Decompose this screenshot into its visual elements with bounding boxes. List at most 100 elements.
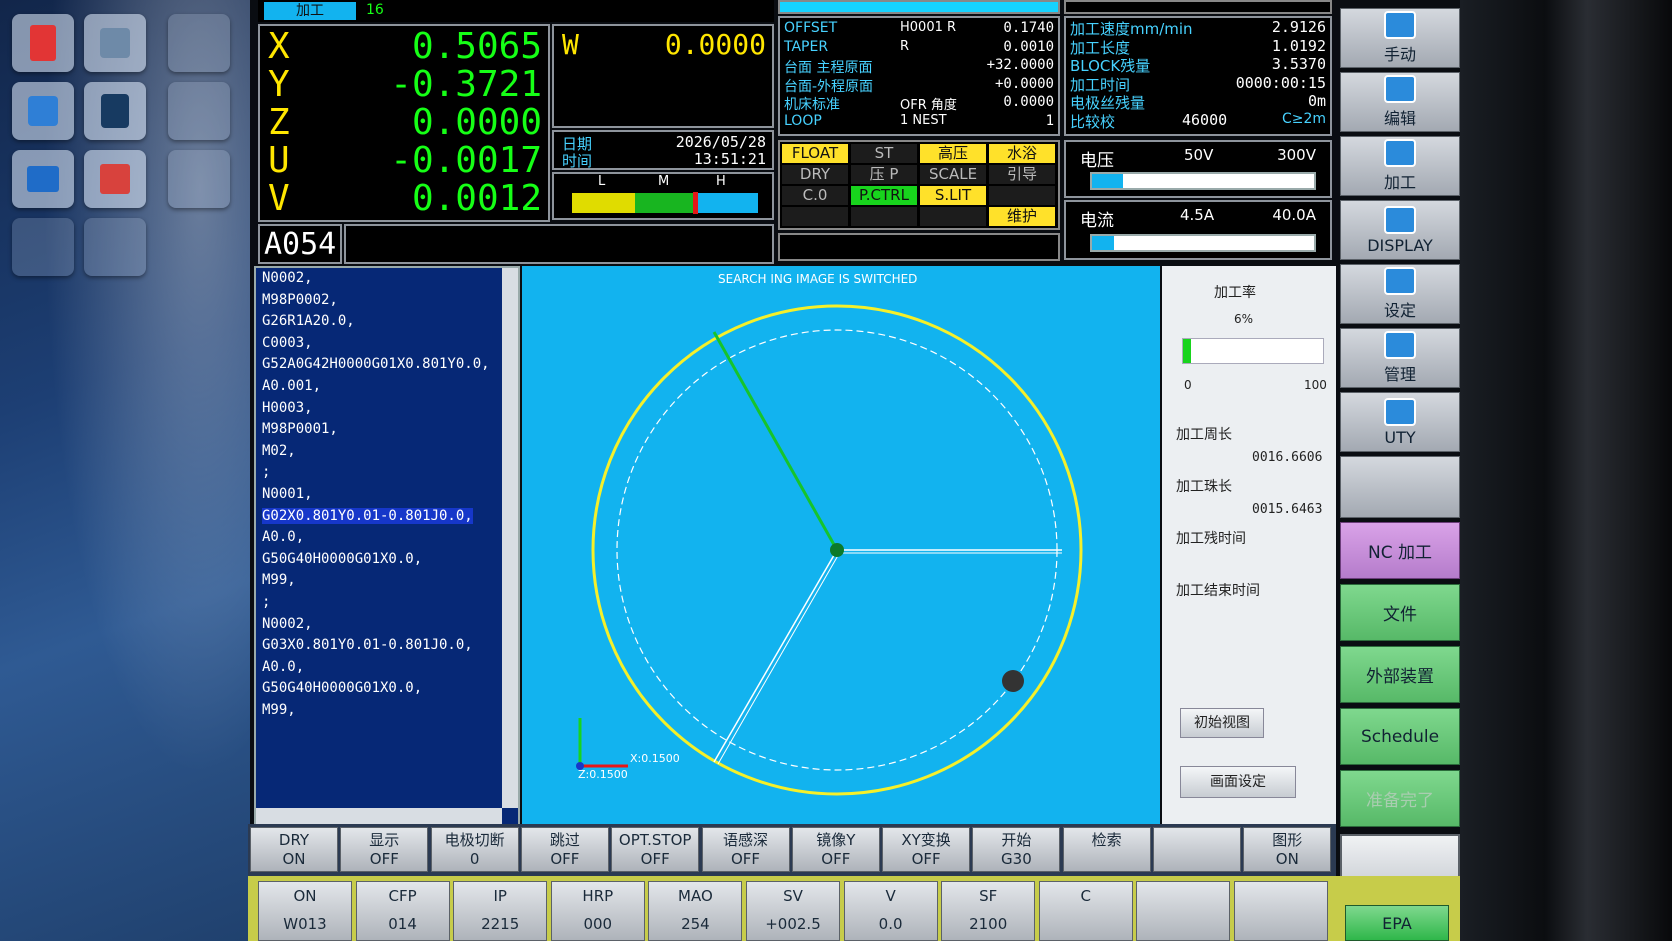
menu-0[interactable]: NC 加工: [1340, 522, 1460, 579]
side-menu-设定[interactable]: 设定: [1340, 264, 1460, 324]
code-line[interactable]: ;: [262, 594, 270, 610]
datetime-panel: 日期 时间 2026/05/28 13:51:21: [552, 130, 774, 170]
code-line[interactable]: M98P0001,: [262, 421, 338, 437]
status-cell-top: MAO: [678, 887, 713, 905]
program-id-box: A054: [258, 224, 342, 264]
offset-value: 0.0000: [1003, 94, 1054, 110]
function-key-bottom: G30: [1001, 850, 1032, 868]
app-icon-faded-3[interactable]: [168, 150, 230, 208]
code-line-current[interactable]: G02X0.801Y0.01-0.801J0.0,: [262, 507, 473, 524]
offset-label: TAPER: [784, 38, 829, 55]
code-scrollbar-h[interactable]: [256, 808, 502, 824]
offset-label: OFFSET: [784, 20, 838, 36]
machining-extra: C≥2m: [1281, 110, 1326, 127]
function-key[interactable]: 镜像Y OFF: [791, 827, 880, 872]
wire-path-graphic[interactable]: SEARCH ING IMAGE IS SWITCHED X:0.1500 Z:…: [522, 266, 1160, 826]
code-line[interactable]: A0.0,: [262, 659, 304, 675]
code-line[interactable]: M98P0002,: [262, 292, 338, 308]
initial-view-button[interactable]: 初始视图: [1180, 708, 1264, 738]
voltage-panel: 电压 50V 300V: [1064, 140, 1332, 198]
side-menu-管理[interactable]: 管理: [1340, 328, 1460, 388]
axis-value-z: 0.0000: [411, 102, 542, 143]
side-menu-uty[interactable]: UTY: [1340, 392, 1460, 452]
menu-1[interactable]: 文件: [1340, 584, 1460, 641]
function-key[interactable]: 开始 G30: [972, 827, 1061, 872]
code-line[interactable]: A0.0,: [262, 529, 304, 545]
side-menu-blank[interactable]: [1340, 456, 1460, 518]
function-key[interactable]: 跳过 OFF: [520, 827, 609, 872]
code-line[interactable]: C0003,: [262, 335, 313, 351]
status-cell: [1234, 881, 1328, 941]
function-key[interactable]: 检索: [1062, 827, 1151, 872]
axis-label-v: V: [268, 178, 290, 219]
code-line[interactable]: M99,: [262, 702, 296, 718]
function-key[interactable]: OPT.STOP OFF: [611, 827, 700, 872]
side-menu-display[interactable]: DISPLAY: [1340, 200, 1460, 260]
function-key[interactable]: 显示 OFF: [340, 827, 429, 872]
desktop-background: [0, 0, 250, 941]
menu-4[interactable]: 准备完了: [1340, 770, 1460, 827]
app-icon-faded-4[interactable]: [12, 218, 74, 276]
function-key[interactable]: 图形 ON: [1243, 827, 1332, 872]
status-cell-bottom: +002.5: [765, 915, 821, 933]
code-line[interactable]: N0002,: [262, 270, 313, 286]
code-line[interactable]: G50G40H0000G01X0.0,: [262, 680, 422, 696]
app-icon-red[interactable]: [12, 14, 74, 72]
app-icon-tablet[interactable]: [84, 82, 146, 140]
app-icon-puzzle[interactable]: [84, 14, 146, 72]
status-lamp: P.CTRL: [851, 186, 917, 205]
function-key[interactable]: [1153, 827, 1241, 872]
function-key-top: 语感深: [722, 831, 768, 849]
lmh-m: M: [658, 174, 670, 189]
app-icon-chart[interactable]: [84, 150, 146, 208]
code-line[interactable]: M99,: [262, 572, 296, 588]
current-panel: 电流 4.5A 40.0A: [1064, 200, 1332, 260]
axis-label-y: Y: [268, 64, 290, 105]
status-lamp: S.LIT: [920, 186, 986, 205]
app-icon-monitor[interactable]: [12, 150, 74, 208]
function-key[interactable]: XY变换 OFF: [882, 827, 971, 872]
current-label: 电流: [1080, 211, 1114, 231]
code-line[interactable]: G52A0G42H0000G01X0.801Y0.0,: [262, 356, 490, 372]
code-line[interactable]: H0003,: [262, 400, 313, 416]
side-menu-手动[interactable]: 手动: [1340, 8, 1460, 68]
app-icon-download[interactable]: [12, 82, 74, 140]
function-key-top: 图形: [1272, 831, 1303, 849]
radius-line-lower: [713, 549, 838, 763]
code-line[interactable]: N0002,: [262, 616, 313, 632]
code-line[interactable]: G50G40H0000G01X0.0,: [262, 551, 422, 567]
app-icon-faded[interactable]: [168, 14, 230, 72]
status-lamp: 引导: [989, 165, 1055, 184]
code-scrollbar-v[interactable]: [502, 268, 518, 808]
epa-button[interactable]: EPA: [1345, 905, 1449, 941]
rate-label: 加工率: [1214, 285, 1256, 301]
function-key[interactable]: 电极切断 0: [430, 827, 519, 872]
current-mid: 4.5A: [1180, 206, 1215, 224]
menu-3[interactable]: Schedule: [1340, 708, 1460, 765]
menu-2[interactable]: 外部装置: [1340, 646, 1460, 703]
function-key[interactable]: 语感深 OFF: [701, 827, 790, 872]
side-menu-编辑[interactable]: 编辑: [1340, 72, 1460, 132]
hand-icon: [1384, 11, 1416, 39]
function-key-top: 开始: [1001, 831, 1032, 849]
function-key-bottom: OFF: [369, 850, 399, 868]
app-icon-faded-5[interactable]: [84, 218, 146, 276]
side-menu-加工[interactable]: 加工: [1340, 136, 1460, 196]
screen-settings-button[interactable]: 画面设定: [1180, 766, 1296, 798]
function-key[interactable]: DRY ON: [250, 827, 338, 872]
code-line[interactable]: G03X0.801Y0.01-0.801J0.0,: [262, 637, 473, 653]
app-icon-faded-2[interactable]: [168, 82, 230, 140]
code-line[interactable]: G26R1A20.0,: [262, 313, 355, 329]
function-key-bottom: ON: [1275, 850, 1299, 868]
code-line[interactable]: A0.001,: [262, 378, 321, 394]
offset-mid: R: [900, 38, 910, 54]
code-line[interactable]: N0001,: [262, 486, 313, 502]
rate-min: 0: [1184, 378, 1192, 392]
rate-bar: [1182, 338, 1324, 364]
axis-value-v: 0.0012: [411, 178, 542, 219]
status-lamp: [851, 207, 917, 226]
code-line[interactable]: ;: [262, 464, 270, 480]
code-line[interactable]: M02,: [262, 443, 296, 459]
offset-label: 台面 主程原面: [784, 60, 873, 76]
bead-label: 加工珠长: [1176, 479, 1232, 495]
